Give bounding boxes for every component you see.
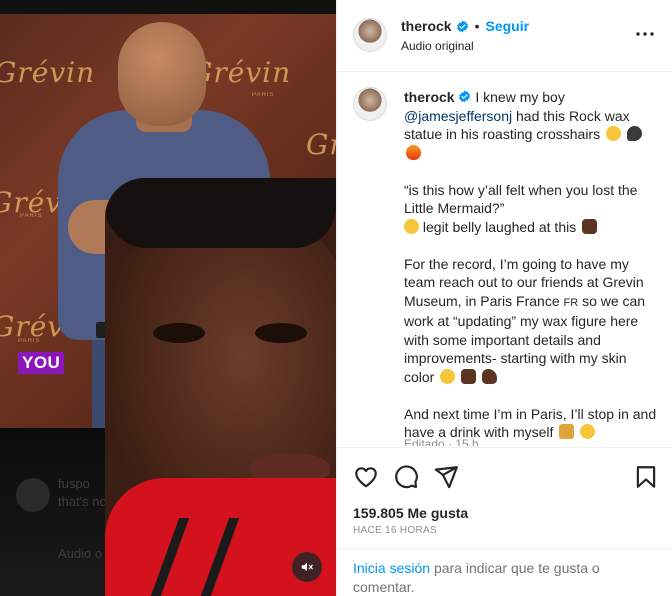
point-up-emoji-icon bbox=[582, 218, 598, 234]
caption-quote: “is this how y’all felt when you lost th… bbox=[404, 181, 638, 217]
reaction-video-person bbox=[105, 178, 336, 596]
grevin-sub-text: PARIS bbox=[20, 213, 43, 219]
username-link[interactable]: therock bbox=[401, 18, 452, 34]
caption-scroll-area[interactable]: therock I knew my boy @jamesjeffersonj h… bbox=[337, 73, 672, 446]
ghost-text: Audio o bbox=[58, 546, 103, 561]
grevin-sub-text: PARIS bbox=[18, 338, 41, 344]
grevin-sub-text: PARIS bbox=[252, 92, 275, 98]
post-side-panel: therock • Seguir Audio original therock bbox=[336, 0, 672, 596]
rofl-emoji-icon bbox=[404, 218, 419, 234]
person-hair bbox=[105, 178, 336, 248]
media-top-band bbox=[0, 0, 336, 14]
more-options-button[interactable] bbox=[635, 24, 655, 44]
more-icon bbox=[636, 32, 654, 36]
fire-emoji-icon bbox=[406, 144, 421, 160]
post-header: therock • Seguir Audio original bbox=[337, 0, 672, 72]
caption-text: legit belly laughed at this bbox=[422, 218, 577, 235]
wink-emoji-icon bbox=[580, 424, 596, 439]
verified-badge-icon bbox=[459, 90, 471, 103]
post-caption: therock I knew my boy @jamesjeffersonj h… bbox=[404, 88, 658, 446]
ghost-text: fuspo bbox=[58, 476, 90, 491]
separator-dot: • bbox=[474, 18, 480, 34]
login-prompt: Inicia sesión para indicar que te gusta … bbox=[337, 548, 672, 596]
statue-head bbox=[118, 22, 206, 126]
grevin-logo-text: Grévin bbox=[0, 56, 96, 89]
comment-bubble-icon[interactable] bbox=[393, 464, 419, 490]
follow-button[interactable]: Seguir bbox=[485, 18, 529, 34]
like-heart-icon[interactable] bbox=[353, 464, 379, 490]
rofl-emoji-icon bbox=[440, 368, 456, 384]
mute-button[interactable] bbox=[292, 552, 322, 582]
flexed-bicep-emoji-icon bbox=[482, 368, 498, 384]
original-audio-link[interactable]: Audio original bbox=[401, 39, 474, 53]
save-bookmark-icon[interactable] bbox=[633, 464, 659, 490]
you-badge: YOU bbox=[18, 352, 65, 374]
ghost-avatar bbox=[16, 478, 50, 512]
post-actions: 159.805 Me gusta HACE 16 HORAS Inicia se… bbox=[337, 447, 672, 596]
france-flag-text: FR bbox=[563, 296, 579, 309]
grevin-logo-text: Grévin bbox=[306, 128, 336, 161]
verified-badge-icon bbox=[456, 20, 468, 32]
post-time-ago: HACE 16 HORAS bbox=[353, 525, 437, 536]
speaker-muted-icon bbox=[301, 562, 313, 572]
whiskey-glass-emoji-icon bbox=[559, 424, 575, 439]
mention-link[interactable]: @jamesjeffersonj bbox=[404, 108, 512, 124]
post-media[interactable]: Grévin Grévin Grévin Grévin Grévin PARIS… bbox=[0, 0, 336, 596]
caption-edited-time: Editado · 15 h bbox=[404, 437, 479, 446]
caption-text: And next time I’m in Paris, I’ll stop in… bbox=[404, 405, 657, 441]
header-user-row: therock • Seguir bbox=[401, 18, 529, 34]
person-eye bbox=[153, 323, 205, 343]
caption-username-link[interactable]: therock bbox=[404, 89, 455, 105]
avatar[interactable] bbox=[353, 18, 387, 52]
likes-count[interactable]: 159.805 Me gusta bbox=[353, 505, 468, 521]
laughing-emoji-icon bbox=[605, 126, 621, 141]
person-eye bbox=[255, 323, 307, 343]
share-paper-plane-icon[interactable] bbox=[433, 464, 459, 490]
hand-emoji-icon bbox=[461, 368, 477, 384]
caption-text: I knew my boy bbox=[475, 89, 565, 105]
caption-avatar[interactable] bbox=[353, 87, 387, 121]
login-link[interactable]: Inicia sesión bbox=[353, 560, 430, 576]
ghost-text: that's no bbox=[58, 494, 107, 509]
bomb-emoji-icon bbox=[626, 126, 642, 141]
